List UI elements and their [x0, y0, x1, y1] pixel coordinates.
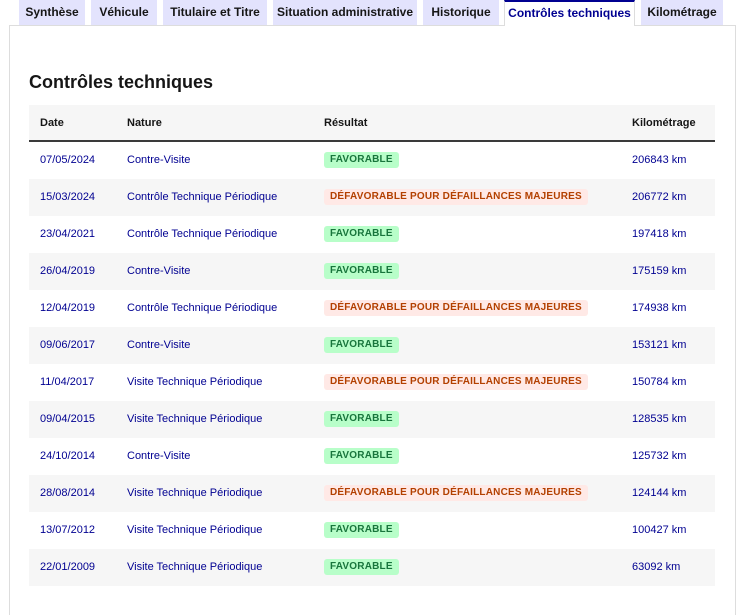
row-nature[interactable]: Contrôle Technique Périodique [127, 216, 277, 253]
panel-top-border-left [9, 25, 505, 26]
table-row[interactable]: 28/08/2014 Visite Technique Périodique DÉF… [29, 475, 715, 512]
header-result: Résultat [324, 117, 368, 129]
tab-vehicule[interactable]: Véhicule [91, 0, 157, 25]
table-row[interactable]: 11/04/2017 Visite Technique Périodique DÉF… [29, 364, 715, 401]
row-km[interactable]: 153121 km [632, 327, 686, 364]
row-date[interactable]: 11/04/2017 [40, 364, 94, 401]
header-km: Kilométrage [632, 117, 696, 129]
status-badge: FAVORABLE [324, 337, 399, 354]
row-date[interactable]: 12/04/2019 [40, 290, 95, 327]
row-date[interactable]: 09/04/2015 [40, 401, 95, 438]
row-result: FAVORABLE [324, 549, 399, 586]
tab-bar: Synthèse Véhicule Titulaire et Titre Sit… [0, 0, 756, 26]
row-nature[interactable]: Visite Technique Périodique [127, 364, 262, 401]
table-row[interactable]: 26/04/2019 Contre-Visite FAVORABLE 175159 k… [29, 253, 715, 290]
table-row[interactable]: 12/04/2019 Contrôle Technique Périodique D… [29, 290, 715, 327]
row-result: DÉFAVORABLE POUR DÉFAILLANCES MAJEURES [324, 179, 588, 216]
table-row[interactable]: 23/04/2021 Contrôle Technique Périodique F… [29, 216, 715, 253]
status-badge: FAVORABLE [324, 226, 399, 243]
row-date[interactable]: 28/08/2014 [40, 475, 95, 512]
row-nature[interactable]: Contre-Visite [127, 438, 190, 475]
row-date[interactable]: 23/04/2021 [40, 216, 95, 253]
row-km[interactable]: 197418 km [632, 216, 686, 253]
tab-situation-administrative[interactable]: Situation administrative [273, 0, 417, 25]
status-badge: FAVORABLE [324, 152, 399, 169]
row-km[interactable]: 206843 km [632, 142, 686, 179]
status-badge: DÉFAVORABLE POUR DÉFAILLANCES MAJEURES [324, 189, 588, 206]
row-nature[interactable]: Visite Technique Périodique [127, 401, 262, 438]
tab-titulaire-et-titre[interactable]: Titulaire et Titre [163, 0, 267, 25]
row-result: FAVORABLE [324, 327, 399, 364]
row-date[interactable]: 07/05/2024 [40, 142, 95, 179]
row-km[interactable]: 128535 km [632, 401, 686, 438]
status-badge: FAVORABLE [324, 559, 399, 576]
row-km[interactable]: 124144 km [632, 475, 686, 512]
row-date[interactable]: 26/04/2019 [40, 253, 95, 290]
tab-synthese[interactable]: Synthèse [19, 0, 85, 25]
tab-controles-techniques[interactable]: Contrôles techniques [504, 0, 635, 26]
row-km[interactable]: 125732 km [632, 438, 686, 475]
status-badge: DÉFAVORABLE POUR DÉFAILLANCES MAJEURES [324, 485, 588, 502]
status-badge: FAVORABLE [324, 411, 399, 428]
panel-top-border-right [634, 25, 736, 26]
row-result: FAVORABLE [324, 401, 399, 438]
row-km[interactable]: 63092 km [632, 549, 680, 586]
row-result: DÉFAVORABLE POUR DÉFAILLANCES MAJEURES [324, 364, 588, 401]
status-badge: DÉFAVORABLE POUR DÉFAILLANCES MAJEURES [324, 374, 588, 391]
table-row[interactable]: 13/07/2012 Visite Technique Périodique FAV… [29, 512, 715, 549]
tab-historique[interactable]: Historique [423, 0, 499, 25]
row-nature[interactable]: Contre-Visite [127, 142, 190, 179]
table-header: Date Nature Résultat Kilométrage [29, 105, 715, 142]
row-nature[interactable]: Visite Technique Périodique [127, 475, 262, 512]
row-result: FAVORABLE [324, 438, 399, 475]
row-nature[interactable]: Contre-Visite [127, 327, 190, 364]
row-km[interactable]: 150784 km [632, 364, 686, 401]
section-title: Contrôles techniques [29, 72, 214, 92]
row-nature[interactable]: Visite Technique Périodique [127, 549, 262, 586]
table-row[interactable]: 15/03/2024 Contrôle Technique Périodique D… [29, 179, 715, 216]
row-km[interactable]: 206772 km [632, 179, 686, 216]
table-row[interactable]: 09/06/2017 Contre-Visite FAVORABLE 153121 k… [29, 327, 715, 364]
row-km[interactable]: 175159 km [632, 253, 686, 290]
header-date: Date [40, 117, 64, 129]
row-result: DÉFAVORABLE POUR DÉFAILLANCES MAJEURES [324, 290, 588, 327]
controles-table: Date Nature Résultat Kilométrage 07/05/2… [29, 105, 715, 586]
table-row[interactable]: 22/01/2009 Visite Technique Périodique FAV… [29, 549, 715, 586]
row-nature[interactable]: Contrôle Technique Périodique [127, 179, 277, 216]
row-date[interactable]: 15/03/2024 [40, 179, 95, 216]
row-date[interactable]: 22/01/2009 [40, 549, 95, 586]
status-badge: FAVORABLE [324, 448, 399, 465]
row-nature[interactable]: Contrôle Technique Périodique [127, 290, 277, 327]
row-km[interactable]: 174938 km [632, 290, 686, 327]
row-result: FAVORABLE [324, 512, 399, 549]
row-km[interactable]: 100427 km [632, 512, 686, 549]
row-date[interactable]: 24/10/2014 [40, 438, 95, 475]
header-nature: Nature [127, 117, 162, 129]
row-date[interactable]: 13/07/2012 [40, 512, 95, 549]
status-badge: DÉFAVORABLE POUR DÉFAILLANCES MAJEURES [324, 300, 588, 317]
row-result: DÉFAVORABLE POUR DÉFAILLANCES MAJEURES [324, 475, 588, 512]
row-nature[interactable]: Visite Technique Périodique [127, 512, 262, 549]
tab-kilometrage[interactable]: Kilométrage [641, 0, 723, 25]
row-result: FAVORABLE [324, 216, 399, 253]
table-body: 07/05/2024 Contre-Visite FAVORABLE 206843 k… [29, 142, 715, 586]
row-nature[interactable]: Contre-Visite [127, 253, 190, 290]
row-result: FAVORABLE [324, 253, 399, 290]
row-result: FAVORABLE [324, 142, 399, 179]
status-badge: FAVORABLE [324, 522, 399, 539]
table-row[interactable]: 09/04/2015 Visite Technique Périodique FAV… [29, 401, 715, 438]
status-badge: FAVORABLE [324, 263, 399, 280]
row-date[interactable]: 09/06/2017 [40, 327, 95, 364]
table-row[interactable]: 07/05/2024 Contre-Visite FAVORABLE 206843 k… [29, 142, 715, 179]
table-row[interactable]: 24/10/2014 Contre-Visite FAVORABLE 125732 k… [29, 438, 715, 475]
